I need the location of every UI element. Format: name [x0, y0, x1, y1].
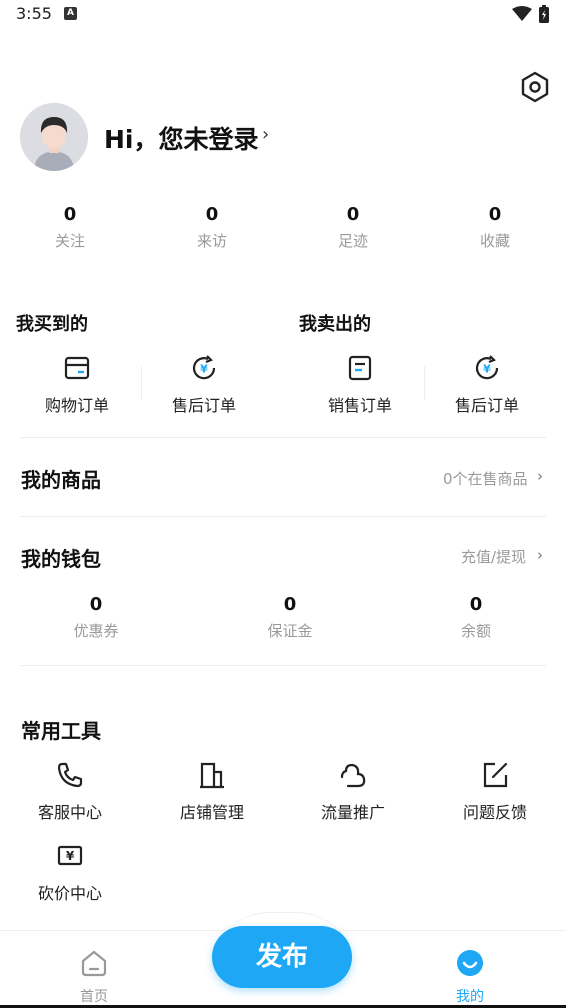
goods-on-sale-count: 0个在售商品: [443, 470, 528, 488]
home-icon: [81, 950, 107, 977]
nav-home-label: 首页: [80, 989, 108, 1005]
yen-refund-icon: ¥: [473, 354, 501, 382]
my-goods-row[interactable]: 我的商品 0个在售商品 ›: [0, 450, 566, 506]
feedback-button[interactable]: 问题反馈: [435, 760, 555, 823]
edit-icon: [480, 760, 510, 790]
publish-button[interactable]: 发布: [212, 926, 352, 988]
wallet-title: 我的钱包: [21, 547, 101, 571]
sales-orders-button[interactable]: 销售订单: [300, 354, 420, 416]
yen-ticket-icon: ¥: [55, 841, 85, 871]
settings-button[interactable]: [518, 70, 552, 104]
stat-value: 0: [63, 204, 77, 225]
mine-icon: [457, 950, 483, 976]
login-greeting[interactable]: Hi，您未登录: [104, 120, 259, 156]
stat-label: 余额: [460, 622, 491, 640]
avatar[interactable]: [20, 103, 88, 171]
stat-visitors[interactable]: 0 来访: [152, 204, 272, 251]
store-management-button[interactable]: 店铺管理: [152, 760, 272, 823]
stat-label: 优惠券: [73, 622, 119, 640]
divider: [20, 665, 546, 666]
stat-label: 足迹: [337, 232, 368, 250]
nav-home[interactable]: 首页: [54, 948, 134, 1006]
chevron-right-icon: ›: [537, 467, 543, 485]
bought-after-sales-button[interactable]: ¥ 售后订单: [144, 354, 264, 416]
stat-footprints[interactable]: 0 足迹: [293, 204, 413, 251]
order-label: 购物订单: [44, 396, 109, 415]
cloud-icon: [338, 760, 368, 790]
svg-text:¥: ¥: [66, 849, 75, 863]
wallet-coupons[interactable]: 0 优惠券: [36, 594, 156, 641]
tools-title: 常用工具: [21, 719, 101, 743]
my-goods-title: 我的商品: [21, 468, 101, 492]
battery-icon: [539, 5, 549, 27]
phone-icon: [55, 760, 85, 790]
divider: [141, 366, 142, 400]
svg-text:¥: ¥: [200, 363, 208, 376]
stat-value: 0: [283, 594, 297, 615]
shopping-orders-button[interactable]: 购物订单: [17, 354, 137, 416]
stat-value: 0: [488, 204, 502, 225]
recharge-withdraw-label: 充值/提现: [461, 548, 527, 566]
tool-label: 问题反馈: [462, 803, 527, 822]
divider: [20, 516, 546, 517]
wallet-balance[interactable]: 0 余额: [416, 594, 536, 641]
stat-label: 收藏: [479, 232, 510, 250]
stat-label: 保证金: [267, 622, 313, 640]
stat-value: 0: [469, 594, 483, 615]
tool-label: 客服中心: [37, 803, 102, 822]
yen-refund-icon: ¥: [190, 354, 218, 382]
nav-mine-label: 我的: [456, 989, 484, 1005]
status-time: 3:55: [16, 4, 52, 23]
stat-value: 0: [346, 204, 360, 225]
traffic-promotion-button[interactable]: 流量推广: [293, 760, 413, 823]
tool-label: 流量推广: [320, 803, 385, 822]
order-label: 售后订单: [454, 396, 519, 415]
stat-label: 关注: [54, 232, 85, 250]
sold-title: 我卖出的: [299, 314, 371, 335]
nav-mine[interactable]: 我的: [430, 948, 510, 1006]
tool-label: 砍价中心: [37, 884, 102, 903]
stat-favorites[interactable]: 0 收藏: [435, 204, 555, 251]
stat-value: 0: [205, 204, 219, 225]
chevron-right-icon: ›: [262, 124, 270, 145]
recharge-withdraw-link[interactable]: 充值/提现 ›: [455, 546, 555, 568]
order-label: 销售订单: [327, 396, 392, 415]
wifi-icon: [512, 6, 532, 26]
wallet-icon: [63, 354, 91, 382]
divider: [20, 437, 546, 438]
notification-icon: A: [64, 7, 77, 20]
settings-icon: [521, 71, 549, 103]
order-label: 售后订单: [171, 396, 236, 415]
stat-label: 来访: [196, 232, 227, 250]
divider: [424, 366, 425, 400]
building-icon: [197, 760, 227, 790]
tool-label: 店铺管理: [179, 803, 244, 822]
sold-after-sales-button[interactable]: ¥ 售后订单: [427, 354, 547, 416]
stat-value: 0: [89, 594, 103, 615]
chevron-right-icon: ›: [537, 546, 543, 564]
bought-title: 我买到的: [16, 314, 88, 335]
customer-service-button[interactable]: 客服中心: [10, 760, 130, 823]
document-icon: [346, 354, 374, 382]
bargain-center-button[interactable]: ¥ 砍价中心: [10, 841, 130, 904]
svg-text:¥: ¥: [483, 363, 491, 376]
wallet-deposit[interactable]: 0 保证金: [230, 594, 350, 641]
stat-follow[interactable]: 0 关注: [10, 204, 130, 251]
